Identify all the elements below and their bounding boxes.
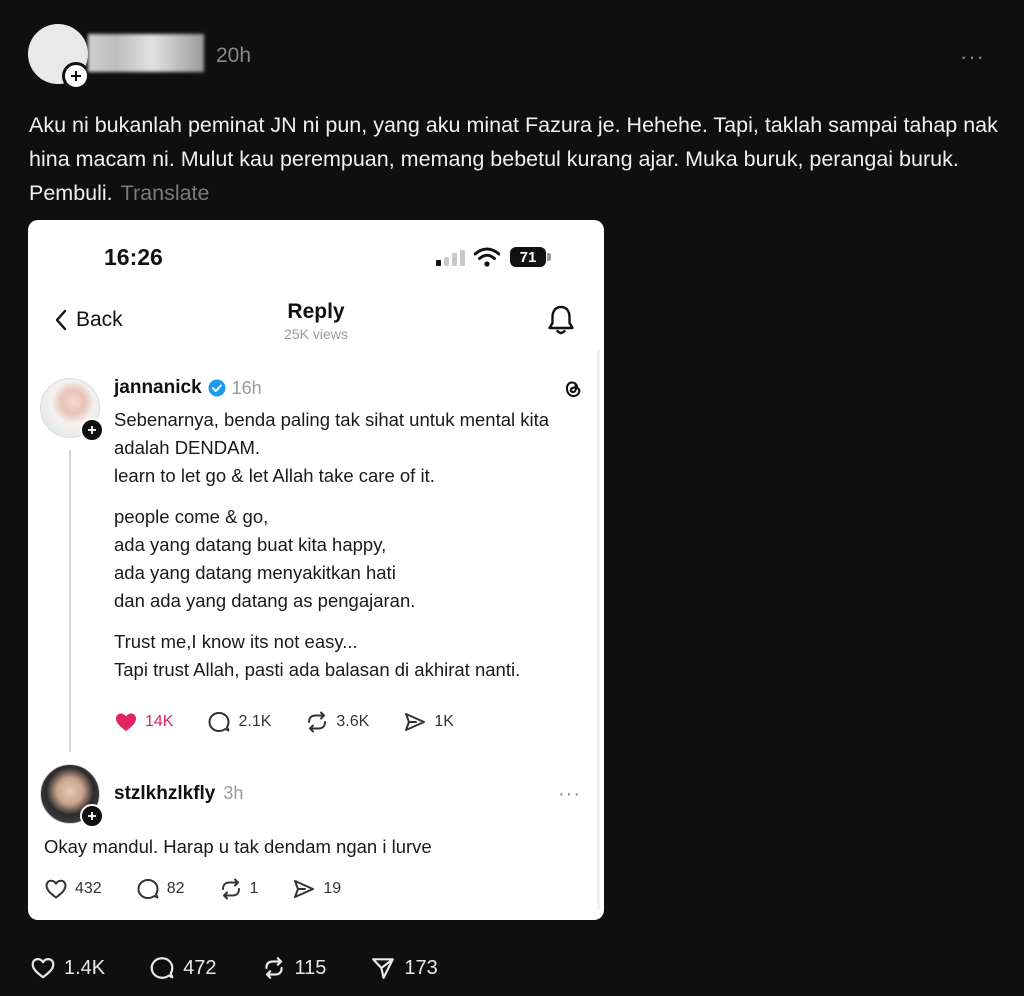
- status-bar-time: 16:26: [104, 244, 163, 270]
- comment-count: 82: [166, 880, 185, 897]
- repost-count: 1: [249, 880, 259, 897]
- username[interactable]: jannanick: [114, 377, 202, 399]
- reply-more-options-icon[interactable]: ···: [558, 783, 581, 806]
- repost-icon: [308, 711, 327, 733]
- send-icon: [294, 880, 315, 898]
- scrollbar-track[interactable]: [597, 350, 600, 910]
- cellular-signal-icon: [436, 250, 465, 266]
- follow-plus-icon[interactable]: [80, 804, 104, 828]
- like-count: 14K: [145, 713, 174, 730]
- heart-filled-icon: [116, 713, 136, 731]
- thread-connector-line: [69, 450, 71, 752]
- follow-plus-icon[interactable]: [62, 62, 90, 90]
- like-button[interactable]: 432: [44, 877, 102, 901]
- follow-plus-icon[interactable]: [80, 418, 104, 442]
- bell-icon[interactable]: [546, 304, 576, 336]
- threads-logo-icon: [565, 381, 581, 398]
- heart-icon: [31, 958, 55, 979]
- page-title: Reply: [287, 300, 345, 323]
- repost-count: 3.6K: [336, 713, 370, 730]
- like-button[interactable]: 14K: [114, 710, 173, 734]
- post-paragraph: ada yang datang buat kita happy,: [114, 534, 387, 555]
- heart-icon: [45, 879, 67, 899]
- reply-header: stzlkhzlkfly 3h: [114, 783, 243, 805]
- post-actions: 14K 2.1K 3.6K 1K: [114, 710, 488, 734]
- repost-count: 115: [294, 956, 327, 979]
- comment-button[interactable]: 82: [136, 877, 185, 901]
- repost-icon: [264, 957, 283, 979]
- battery-icon: 71: [510, 247, 546, 267]
- post-paragraph: people come & go,: [114, 506, 269, 527]
- comment-icon: [137, 879, 159, 899]
- post-timestamp: 20h: [216, 44, 252, 67]
- reply-actions: 432 82 1 19: [44, 877, 375, 901]
- more-options-icon[interactable]: ···: [960, 44, 985, 70]
- redacted-username: [88, 34, 204, 72]
- verified-badge-icon: [208, 379, 226, 397]
- comment-icon: [208, 712, 230, 732]
- send-icon: [405, 713, 426, 731]
- translate-link[interactable]: Translate: [121, 181, 210, 205]
- post-paragraph: Trust me,I know its not easy...: [114, 631, 358, 652]
- view-count: 25K views: [284, 326, 348, 342]
- share-count: 1K: [434, 713, 454, 730]
- comment-icon: [150, 957, 174, 979]
- post-paragraph: Tapi trust Allah, pasti ada balasan di a…: [114, 659, 521, 680]
- post-action-bar: 1.4K 472 115 173: [30, 955, 482, 981]
- post-body: Aku ni bukanlah peminat JN ni pun, yang …: [29, 108, 1004, 210]
- share-count: 173: [404, 956, 438, 979]
- like-button[interactable]: 1.4K: [30, 955, 105, 981]
- reply-text: Okay mandul. Harap u tak dendam ngan i l…: [44, 836, 432, 857]
- comment-count: 472: [183, 956, 217, 979]
- repost-button[interactable]: 1: [219, 877, 259, 901]
- post-content: Sebenarnya, benda paling tak sihat untuk…: [114, 406, 584, 684]
- like-count: 432: [75, 880, 102, 897]
- comment-count: 2.1K: [238, 713, 272, 730]
- share-button[interactable]: 173: [370, 955, 438, 981]
- like-count: 1.4K: [64, 956, 106, 979]
- repost-button[interactable]: 115: [261, 955, 327, 981]
- embedded-screenshot: 16:26 71 Back Reply 25K views jannanick …: [28, 220, 604, 920]
- post-paragraph: Sebenarnya, benda paling tak sihat untuk…: [114, 409, 550, 458]
- repost-icon: [221, 878, 240, 900]
- repost-button[interactable]: 3.6K: [305, 710, 369, 734]
- battery-tip: [547, 253, 551, 261]
- post-paragraph: ada yang datang menyakitkan hati: [114, 562, 396, 583]
- post-timestamp: 16h: [231, 377, 262, 398]
- post-header: jannanick 16h: [114, 377, 262, 399]
- post-paragraph: learn to let go & let Allah take care of…: [114, 465, 435, 486]
- comment-button[interactable]: 472: [149, 955, 217, 981]
- share-button[interactable]: 19: [292, 877, 341, 901]
- comment-button[interactable]: 2.1K: [207, 710, 271, 734]
- share-icon: [372, 958, 395, 979]
- post-paragraph: dan ada yang datang as pengajaran.: [114, 590, 416, 611]
- reply-timestamp: 3h: [223, 783, 244, 803]
- reply-username[interactable]: stzlkhzlkfly: [114, 783, 215, 805]
- share-count: 19: [323, 880, 342, 897]
- share-button[interactable]: 1K: [403, 710, 454, 734]
- wifi-icon: [474, 247, 500, 267]
